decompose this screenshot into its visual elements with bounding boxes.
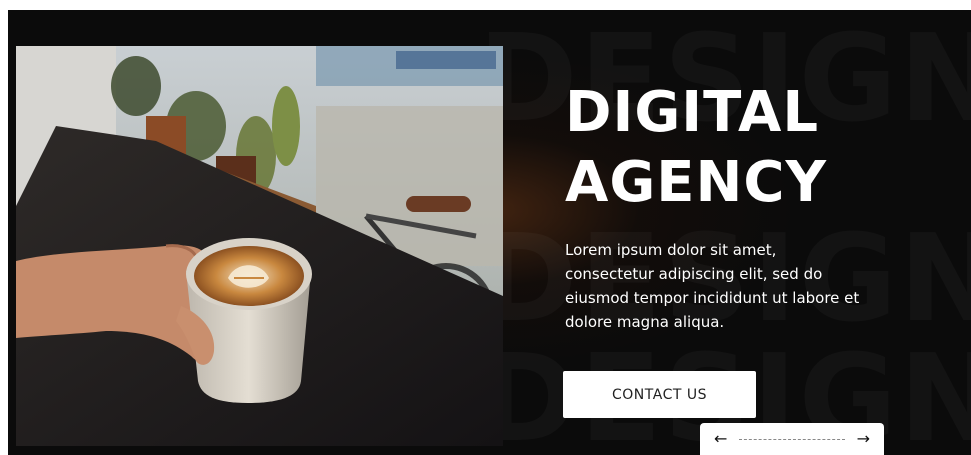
hero-heading: DIGITAL AGENCY: [565, 78, 885, 218]
slider-progress-track: [739, 438, 845, 440]
hero-heading-line2: AGENCY: [565, 150, 828, 215]
page-canvas: DESIGN DESIGN DESIGN: [0, 0, 971, 455]
hero-photo: [16, 46, 503, 446]
hero-heading-line1: DIGITAL: [565, 80, 819, 145]
hero-text-block: DIGITAL AGENCY Lorem ipsum dolor sit ame…: [565, 78, 885, 334]
hero-description: Lorem ipsum dolor sit amet, consectetur …: [565, 241, 860, 331]
slider-navigation: ← →: [700, 423, 884, 455]
contact-us-button[interactable]: CONTACT US: [563, 371, 756, 418]
coffee-photo-illustration: [16, 46, 503, 446]
arrow-right-icon[interactable]: →: [857, 431, 870, 447]
arrow-left-icon[interactable]: ←: [714, 431, 727, 447]
hero-section: DESIGN DESIGN DESIGN: [8, 10, 971, 455]
